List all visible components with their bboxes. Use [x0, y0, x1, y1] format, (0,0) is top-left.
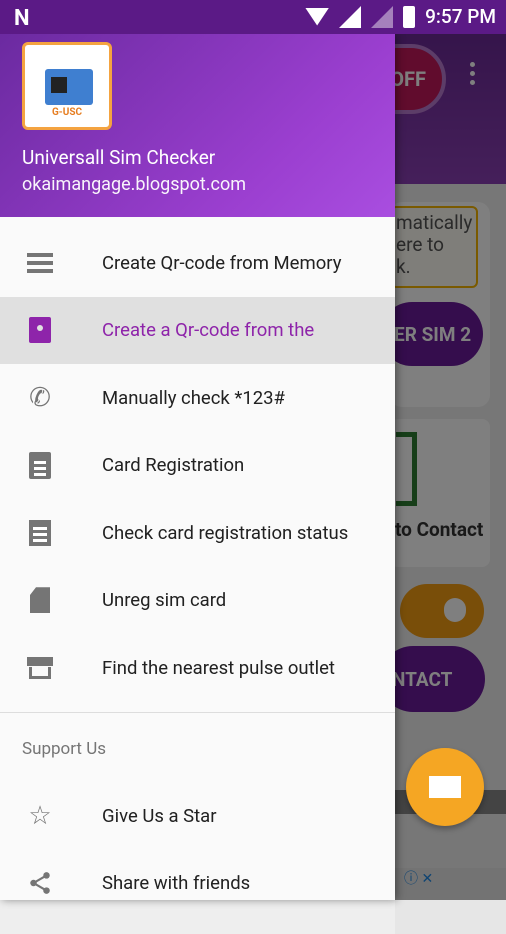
- menu-item-pulse-outlet[interactable]: Find the nearest pulse outlet: [0, 634, 395, 702]
- contact-card-icon: [26, 316, 54, 344]
- menu-item-manual-check[interactable]: ✆ Manually check *123#: [0, 364, 395, 432]
- notification-icon: N: [14, 6, 30, 31]
- app-name: Universall Sim Checker: [22, 146, 216, 169]
- sip-phone-icon: ✆: [29, 382, 51, 413]
- section-title-support: Support Us: [22, 739, 107, 759]
- navigation-drawer: G-USC Universall Sim Checker okaimangage…: [0, 34, 395, 900]
- mail-fab-button[interactable]: [406, 748, 484, 826]
- support-menu: ☆ Give Us a Star Share with friends: [0, 782, 395, 900]
- menu-item-qr-from-contact[interactable]: Create a Qr-code from the: [0, 296, 395, 364]
- signal-2-icon: [371, 5, 394, 28]
- menu-divider: [0, 712, 395, 713]
- mail-icon: [429, 776, 461, 798]
- store-icon: [26, 654, 54, 682]
- app-url: okaimangage.blogspot.com: [22, 174, 246, 195]
- menu-item-share[interactable]: Share with friends: [0, 850, 395, 901]
- no-sim-icon: [26, 586, 54, 614]
- signal-icon: [339, 5, 362, 28]
- list-icon: [26, 249, 54, 277]
- clock: 9:57 PM: [425, 5, 496, 28]
- status-bar: N 9:57 PM: [0, 0, 506, 34]
- drawer-header: G-USC Universall Sim Checker okaimangage…: [0, 34, 395, 217]
- menu-item-give-star[interactable]: ☆ Give Us a Star: [0, 782, 395, 850]
- share-icon: [26, 869, 54, 897]
- wifi-icon: [305, 7, 330, 26]
- menu-item-card-registration[interactable]: Card Registration: [0, 432, 395, 500]
- drawer-menu: Create Qr-code from Memory Create a Qr-c…: [0, 229, 395, 702]
- menu-item-unreg-sim[interactable]: Unreg sim card: [0, 567, 395, 635]
- app-logo: G-USC: [22, 42, 112, 130]
- battery-icon: [403, 5, 416, 28]
- receipt-icon: [26, 519, 54, 547]
- menu-item-registration-status[interactable]: Check card registration status: [0, 499, 395, 567]
- star-icon: ☆: [28, 800, 52, 831]
- menu-item-qr-from-memory[interactable]: Create Qr-code from Memory: [0, 229, 395, 297]
- clipboard-icon: [26, 451, 54, 479]
